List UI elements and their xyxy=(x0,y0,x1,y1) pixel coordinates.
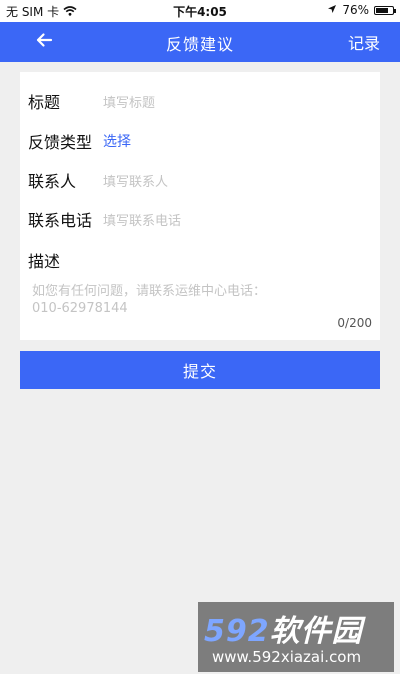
status-bar: 无 SIM 卡 下午4:05 76% xyxy=(0,0,400,22)
contact-label: 联系人 xyxy=(28,172,77,191)
battery-percent: 76% xyxy=(342,3,369,17)
type-select[interactable]: 选择 xyxy=(103,131,131,151)
nav-bar: 反馈建议 记录 xyxy=(0,22,400,62)
description-textarea[interactable]: 如您有任何问题，请联系运维中心电话： 010-62978144 xyxy=(32,283,292,317)
title-row: 标题 填写标题 xyxy=(28,89,372,113)
page-title: 反馈建议 xyxy=(165,35,234,54)
watermark-logo: 592软件园 xyxy=(204,606,363,650)
feedback-form: 标题 填写标题 反馈类型 选择 联系人 填写联系人 联系电话 填写联系电话 描述… xyxy=(20,72,380,340)
contact-input[interactable]: 填写联系人 xyxy=(103,171,168,190)
description-placeholder-line1: 如您有任何问题，请联系运维中心电话： xyxy=(32,284,267,299)
description-placeholder-line2: 010-62978144 xyxy=(32,301,128,316)
watermark-text: 软件园 xyxy=(269,614,363,649)
contact-row: 联系人 填写联系人 xyxy=(28,168,372,192)
location-arrow-icon xyxy=(327,3,337,17)
battery-icon xyxy=(374,5,396,15)
phone-row: 联系电话 填写联系电话 xyxy=(28,207,372,231)
records-button[interactable]: 记录 xyxy=(348,30,380,54)
type-label: 反馈类型 xyxy=(28,133,93,152)
submit-button[interactable]: 提交 xyxy=(20,351,380,389)
watermark-url: www.592xiazai.com xyxy=(212,648,362,666)
phone-label: 联系电话 xyxy=(28,211,93,230)
phone-input[interactable]: 填写联系电话 xyxy=(103,210,181,229)
site-watermark: 592软件园 www.592xiazai.com xyxy=(198,602,394,672)
status-right: 76% xyxy=(327,3,396,17)
description-label: 描述 xyxy=(28,252,61,271)
watermark-number: 592 xyxy=(204,614,270,649)
type-row: 反馈类型 选择 xyxy=(28,129,372,153)
character-counter: 0/200 xyxy=(337,316,372,330)
battery-level xyxy=(376,7,389,13)
title-label: 标题 xyxy=(28,93,61,112)
title-input[interactable]: 填写标题 xyxy=(103,92,155,111)
